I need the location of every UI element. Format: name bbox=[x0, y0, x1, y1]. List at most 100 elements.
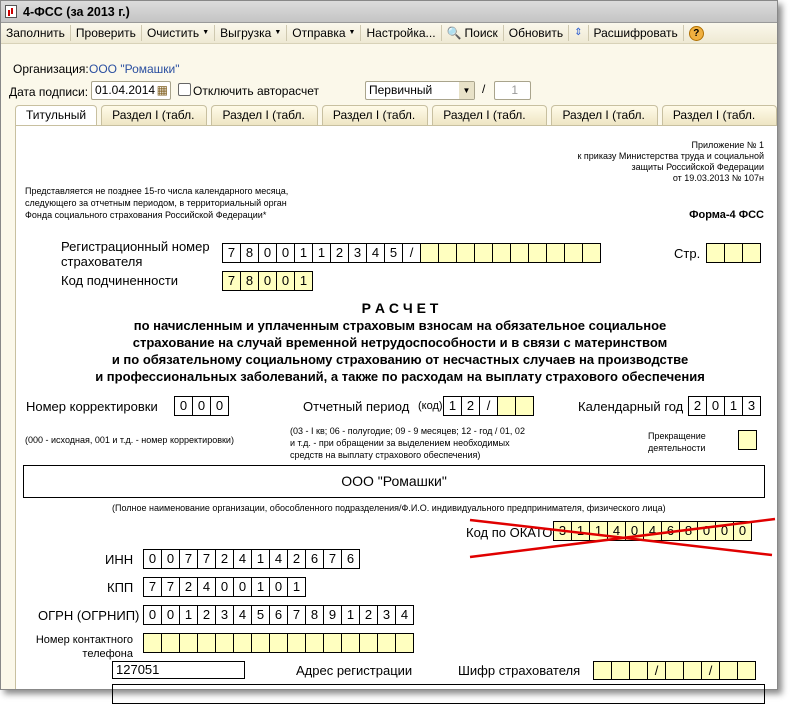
reg-number-cell[interactable]: 1 bbox=[312, 243, 331, 263]
phone-cell[interactable] bbox=[251, 633, 270, 653]
okato-cell[interactable]: 6 bbox=[661, 521, 680, 541]
phone-cell[interactable] bbox=[287, 633, 306, 653]
correction-cell[interactable]: 0 bbox=[210, 396, 229, 416]
year-cell[interactable]: 0 bbox=[706, 396, 725, 416]
okato-cell[interactable]: 4 bbox=[607, 521, 626, 541]
kpp-cell[interactable]: 0 bbox=[233, 577, 252, 597]
kpp-cell[interactable]: 4 bbox=[197, 577, 216, 597]
phone-cell[interactable] bbox=[215, 633, 234, 653]
ogrn-cell[interactable]: 9 bbox=[323, 605, 342, 625]
expand-collapse-button[interactable]: ⇕ bbox=[569, 25, 589, 41]
kpp-cell[interactable]: 1 bbox=[287, 577, 306, 597]
ogrn-cell[interactable]: 8 bbox=[305, 605, 324, 625]
ogrn-cell[interactable]: 0 bbox=[143, 605, 162, 625]
phone-cell[interactable] bbox=[233, 633, 252, 653]
year-cell[interactable]: 2 bbox=[688, 396, 707, 416]
ogrn-cell[interactable]: 3 bbox=[215, 605, 234, 625]
kpp-cell[interactable]: 0 bbox=[269, 577, 288, 597]
reg-number-cell[interactable]: 4 bbox=[366, 243, 385, 263]
kpp-cell[interactable]: 1 bbox=[251, 577, 270, 597]
period-cell[interactable]: 2 bbox=[461, 396, 480, 416]
zip-field[interactable]: 127051 bbox=[112, 661, 245, 679]
correction-cell[interactable]: 0 bbox=[192, 396, 211, 416]
date-field[interactable]: 01.04.2014 ▦ bbox=[91, 81, 171, 100]
ogrn-cell[interactable]: 2 bbox=[197, 605, 216, 625]
inn-cell[interactable]: 1 bbox=[251, 549, 270, 569]
reg-number-cell[interactable] bbox=[510, 243, 529, 263]
okato-cell[interactable]: 0 bbox=[697, 521, 716, 541]
autocalc-checkbox[interactable] bbox=[178, 83, 191, 96]
ogrn-cell[interactable]: 1 bbox=[341, 605, 360, 625]
ogrn-cell[interactable]: 4 bbox=[233, 605, 252, 625]
inn-cell[interactable]: 7 bbox=[323, 549, 342, 569]
reg-number-cell[interactable]: 8 bbox=[240, 243, 259, 263]
kpp-cell[interactable]: 7 bbox=[161, 577, 180, 597]
page-cell[interactable] bbox=[724, 243, 743, 263]
reg-number-cell[interactable]: 0 bbox=[258, 243, 277, 263]
reg-number-cell[interactable] bbox=[456, 243, 475, 263]
search-button[interactable]: 🔍 Поиск bbox=[442, 25, 504, 41]
reg-number-cell[interactable]: 7 bbox=[222, 243, 241, 263]
inn-cell[interactable]: 4 bbox=[269, 549, 288, 569]
cipher-cell[interactable] bbox=[611, 661, 630, 680]
address-field[interactable] bbox=[112, 684, 765, 704]
ogrn-cell[interactable]: 5 bbox=[251, 605, 270, 625]
correction-number-spinner[interactable]: 1 bbox=[494, 81, 531, 100]
send-menu-button[interactable]: Отправка ▼ bbox=[287, 25, 362, 41]
chevron-down-icon[interactable]: ▼ bbox=[459, 82, 474, 99]
reg-number-cell[interactable]: 1 bbox=[294, 243, 313, 263]
org-link[interactable]: ООО "Ромашки" bbox=[89, 62, 180, 76]
kpp-cell[interactable]: 0 bbox=[215, 577, 234, 597]
phone-cell[interactable] bbox=[323, 633, 342, 653]
tab-section1-table1[interactable]: Раздел I (табл. 1) bbox=[101, 105, 208, 141]
inn-cell[interactable]: 2 bbox=[287, 549, 306, 569]
inn-cell[interactable]: 0 bbox=[143, 549, 162, 569]
check-button[interactable]: Проверить bbox=[71, 25, 142, 41]
subordination-cell[interactable]: 0 bbox=[276, 271, 295, 291]
inn-cell[interactable]: 6 bbox=[341, 549, 360, 569]
year-cell[interactable]: 1 bbox=[724, 396, 743, 416]
correction-cell[interactable]: 0 bbox=[174, 396, 193, 416]
ogrn-cell[interactable]: 3 bbox=[377, 605, 396, 625]
okato-cell[interactable]: 3 bbox=[553, 521, 572, 541]
year-cell[interactable]: 3 bbox=[742, 396, 761, 416]
subordination-cell[interactable]: 1 bbox=[294, 271, 313, 291]
kpp-cell[interactable]: 2 bbox=[179, 577, 198, 597]
cipher-cell[interactable] bbox=[629, 661, 648, 680]
ogrn-cell[interactable]: 6 bbox=[269, 605, 288, 625]
phone-cell[interactable] bbox=[143, 633, 162, 653]
refresh-button[interactable]: Обновить bbox=[504, 25, 570, 41]
tab-section1-table2[interactable]: Раздел I (табл. 2) bbox=[211, 105, 318, 141]
cipher-cell[interactable] bbox=[737, 661, 756, 680]
org-name-field[interactable]: ООО "Ромашки" bbox=[23, 465, 765, 498]
reg-number-cell[interactable] bbox=[438, 243, 457, 263]
kpp-cell[interactable]: 7 bbox=[143, 577, 162, 597]
inn-cell[interactable]: 6 bbox=[305, 549, 324, 569]
okato-cell[interactable]: 0 bbox=[625, 521, 644, 541]
help-button[interactable]: ? bbox=[684, 25, 709, 41]
period-cell[interactable] bbox=[515, 396, 534, 416]
phone-cell[interactable] bbox=[341, 633, 360, 653]
settings-button[interactable]: Настройка... bbox=[361, 25, 442, 41]
reg-number-cell[interactable]: / bbox=[402, 243, 421, 263]
decode-button[interactable]: Расшифровать bbox=[589, 25, 684, 41]
inn-cell[interactable]: 4 bbox=[233, 549, 252, 569]
tab-section1-table3[interactable]: Раздел I (табл. 3) bbox=[321, 105, 429, 141]
okato-cell[interactable]: 1 bbox=[589, 521, 608, 541]
period-cell[interactable]: / bbox=[479, 396, 498, 416]
page-cell[interactable] bbox=[742, 243, 761, 263]
okato-cell[interactable]: 0 bbox=[715, 521, 734, 541]
reg-number-cell[interactable]: 3 bbox=[348, 243, 367, 263]
phone-cell[interactable] bbox=[395, 633, 414, 653]
reg-number-cell[interactable] bbox=[528, 243, 547, 263]
phone-cell[interactable] bbox=[359, 633, 378, 653]
reg-number-cell[interactable]: 2 bbox=[330, 243, 349, 263]
reg-number-cell[interactable] bbox=[582, 243, 601, 263]
ogrn-cell[interactable]: 4 bbox=[395, 605, 414, 625]
okato-cell[interactable]: 0 bbox=[733, 521, 752, 541]
page-cell[interactable] bbox=[706, 243, 725, 263]
reg-number-cell[interactable]: 5 bbox=[384, 243, 403, 263]
subordination-cell[interactable]: 8 bbox=[240, 271, 259, 291]
subordination-cell[interactable]: 0 bbox=[258, 271, 277, 291]
cipher-cell[interactable] bbox=[719, 661, 738, 680]
